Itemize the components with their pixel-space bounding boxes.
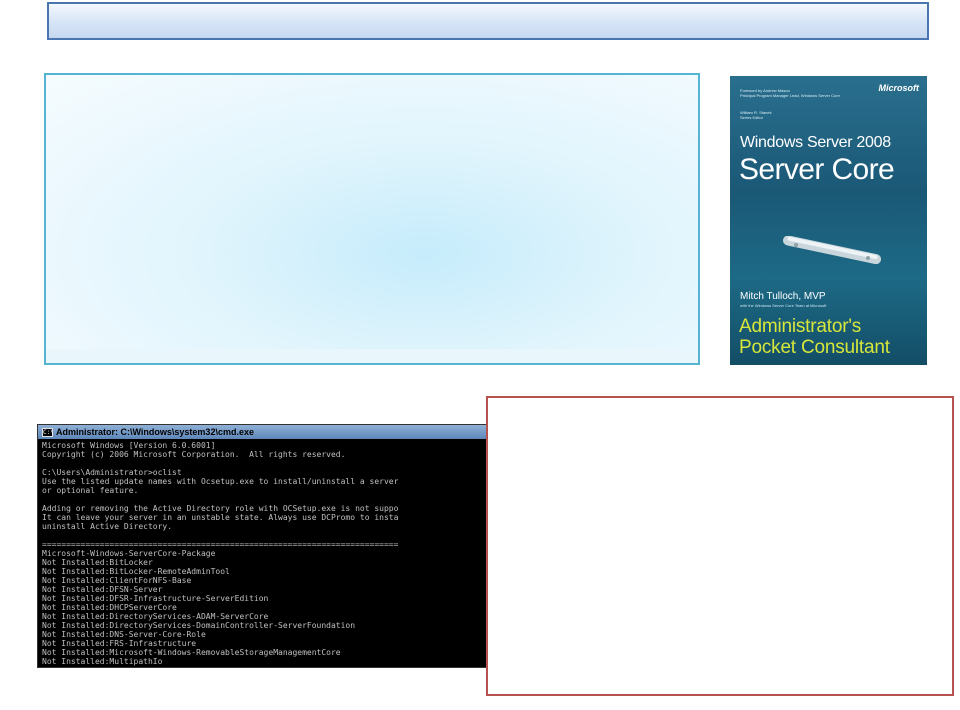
foreword-role: Principal Program Manager Lead, Windows … xyxy=(740,93,840,98)
cmd-output-line: Not Installed:DirectoryServices-DomainCo… xyxy=(42,621,356,630)
cmd-output-line: Use the listed update names with Ocsetup… xyxy=(42,477,399,486)
cmd-output-line xyxy=(42,531,488,540)
title-banner xyxy=(47,2,929,40)
cmd-output-line: Not Installed:DFSN-Server xyxy=(42,585,163,594)
book-subtitle-line1: Administrator's xyxy=(739,316,862,337)
book-author: Mitch Tulloch, MVP xyxy=(740,291,826,302)
command-prompt-window[interactable]: C:\ Administrator: C:\Windows\system32\c… xyxy=(37,424,489,668)
cmd-output-line: Not Installed:DHCPServerCore xyxy=(42,603,177,612)
cmd-output-line: Not Installed:ClientForNFS-Base xyxy=(42,576,192,585)
pocket-knife-image xyxy=(783,236,882,264)
book-subtitle: Administrator's Pocket Consultant xyxy=(739,316,890,358)
book-author-team: with the Windows Server Core Team at Mic… xyxy=(740,303,827,308)
content-panel-footer-strip xyxy=(46,349,698,363)
cmd-output-line xyxy=(42,459,488,468)
cmd-output-line: Microsoft-Windows-ServerCore-Package xyxy=(42,549,216,558)
cmd-output-line: Not Installed:Microsoft-Windows-Removabl… xyxy=(42,648,341,657)
publisher-logo: Microsoft xyxy=(878,83,920,93)
cmd-output-line: Not Installed:BitLocker-RemoteAdminTool xyxy=(42,567,230,576)
cmd-output-line: or optional feature. xyxy=(42,486,139,495)
cmd-console-output[interactable]: Microsoft Windows [Version 6.0.6001] Copy… xyxy=(42,441,488,667)
cmd-output-line: Not Installed:DirectoryServices-ADAM-Ser… xyxy=(42,612,269,621)
cmd-window-icon: C:\ xyxy=(42,427,54,437)
cmd-output-line: It can leave your server in an unstable … xyxy=(42,513,399,522)
callout-box xyxy=(486,396,954,696)
series-editor-role: Series Editor xyxy=(740,115,763,120)
cmd-output-line: Not Installed:FRS-Infrastructure xyxy=(42,639,197,648)
cmd-output-line xyxy=(42,495,488,504)
book-title-line2: Server Core xyxy=(739,153,895,186)
cmd-output-line: Microsoft Windows [Version 6.0.6001] xyxy=(42,441,216,450)
cmd-output-line: uninstall Active Directory. xyxy=(42,522,173,531)
book-title-line1: Windows Server 2008 xyxy=(740,134,891,151)
book-foreword: Foreword by Andrew Mason Principal Progr… xyxy=(740,88,860,98)
book-cover: Microsoft Foreword by Andrew Mason Princ… xyxy=(730,76,927,365)
cmd-output-line: Not Installed:MultipathIo xyxy=(42,657,163,666)
cmd-output-line: ========================================… xyxy=(42,540,399,549)
cmd-output-line: Adding or removing the Active Directory … xyxy=(42,504,399,513)
content-panel xyxy=(44,73,700,365)
cmd-output-line: Not Installed:BitLocker xyxy=(42,558,153,567)
cmd-output-line: Not Installed:DFSR-Infrastructure-Server… xyxy=(42,594,269,603)
book-series-editor: William R. Stanek Series Editor xyxy=(740,110,860,120)
cmd-output-line: C:\Users\Administrator>oclist xyxy=(42,468,182,477)
cmd-output-line: Not Installed:DNS-Server-Core-Role xyxy=(42,630,206,639)
cmd-title-bar[interactable]: C:\ Administrator: C:\Windows\system32\c… xyxy=(38,425,488,439)
cmd-window-title: Administrator: C:\Windows\system32\cmd.e… xyxy=(56,427,254,437)
book-subtitle-line2: Pocket Consultant xyxy=(739,337,890,358)
cmd-output-line: Copyright (c) 2006 Microsoft Corporation… xyxy=(42,450,346,459)
